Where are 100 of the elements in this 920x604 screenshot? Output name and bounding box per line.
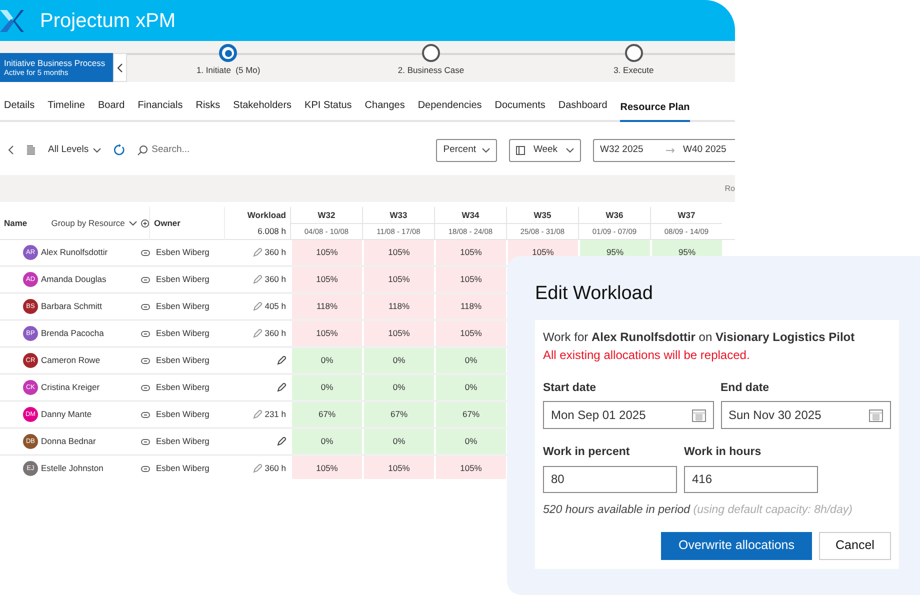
week-header: W35 — [532, 208, 552, 222]
process-name: Initiative Business Process — [4, 58, 106, 68]
group-by-dropdown[interactable]: Group by Resource — [51, 217, 137, 230]
allocation-cell[interactable]: 118% — [290, 294, 362, 319]
allocation-cell[interactable]: 105% — [290, 267, 362, 292]
stage-label[interactable]: 2. Business Case — [398, 64, 464, 77]
resource-name: Donna Bednar — [41, 435, 97, 448]
cancel-button[interactable]: Cancel — [819, 532, 891, 560]
hours-field[interactable]: 416 — [684, 466, 818, 492]
column-header: Name — [4, 217, 28, 230]
tab[interactable]: Board — [98, 98, 125, 120]
capacity-hint: (using default capacity: 8h/day) — [693, 504, 852, 516]
back-icon[interactable] — [8, 145, 14, 155]
search-field[interactable]: Search... — [152, 142, 212, 158]
chevron-down-icon — [128, 221, 137, 226]
allocation-cell[interactable]: 105% — [434, 321, 506, 346]
tab[interactable]: Dependencies — [418, 98, 482, 120]
search-icon — [136, 144, 148, 156]
owner-name: Esben Wiberg — [156, 381, 210, 394]
arrow-icon — [666, 148, 675, 152]
percent-field[interactable]: 80 — [543, 466, 677, 492]
pencil-icon[interactable] — [277, 356, 286, 365]
workload-hours: 405 h — [264, 300, 286, 313]
allocation-cell[interactable]: 0% — [290, 348, 362, 373]
allocation-cell[interactable]: 105% — [362, 267, 434, 292]
unit-dropdown[interactable]: Percent — [436, 138, 497, 162]
allocation-cell[interactable]: 105% — [434, 456, 506, 479]
allocation-cell[interactable]: 67% — [290, 402, 362, 427]
tab[interactable]: Financials — [138, 98, 183, 120]
stage-label[interactable]: 3. Execute — [614, 64, 654, 77]
allocation-cell[interactable]: 0% — [434, 429, 506, 454]
resource-name: Amanda Douglas — [41, 273, 108, 286]
week-header: W33 — [388, 208, 408, 222]
tab[interactable]: Details — [4, 98, 35, 120]
levels-dropdown[interactable]: All Levels — [48, 142, 101, 158]
owner-name: Esben Wiberg — [156, 408, 210, 421]
chevron-left-icon — [117, 62, 123, 72]
overwrite-button[interactable]: Overwrite allocations — [661, 532, 812, 560]
scale-dropdown[interactable]: Week — [509, 138, 581, 162]
app-title: Projectum xPM — [40, 8, 176, 34]
collapse-button[interactable] — [113, 53, 127, 82]
allocation-cell[interactable]: 105% — [290, 240, 362, 265]
calendar-icon — [692, 408, 706, 422]
allocation-cell[interactable]: 105% — [434, 267, 506, 292]
list-icon[interactable] — [26, 145, 36, 155]
week-header: W32 — [316, 208, 336, 222]
date-range-field[interactable]: W32 2025 W40 2025 — [593, 138, 735, 162]
allocation-cell[interactable]: 118% — [362, 294, 434, 319]
allocation-cell[interactable]: 105% — [362, 240, 434, 265]
stage-label[interactable]: 1. Initiate (5 Mo) — [196, 64, 260, 77]
tab[interactable]: Stakeholders — [233, 98, 292, 120]
chevron-down-icon — [92, 148, 101, 152]
owner-name: Esben Wiberg — [156, 327, 210, 340]
dialog-title: Edit Workload — [535, 284, 654, 303]
field-label: Work in hours — [684, 445, 762, 460]
allocation-cell[interactable]: 0% — [362, 348, 434, 373]
tab[interactable]: Risks — [196, 98, 220, 120]
owner-name: Esben Wiberg — [156, 246, 210, 259]
allocation-cell[interactable]: 105% — [290, 456, 362, 479]
field-label: Start date — [543, 381, 598, 396]
workload-hours: 360 h — [264, 246, 286, 259]
chevron-down-icon — [566, 148, 574, 152]
allocation-cell[interactable]: 67% — [362, 402, 434, 427]
chevron-down-icon — [482, 148, 490, 152]
tab[interactable]: Dashboard — [558, 98, 608, 120]
allocation-cell[interactable]: 0% — [434, 375, 506, 400]
allocation-cell[interactable]: 105% — [362, 321, 434, 346]
week-header: W37 — [676, 208, 696, 222]
tab[interactable]: Changes — [364, 98, 405, 120]
calendar-icon — [516, 146, 525, 154]
workload-total: 6.008 h — [258, 225, 286, 238]
pencil-icon[interactable] — [277, 437, 286, 446]
allocation-cell[interactable]: 118% — [434, 294, 506, 319]
allocation-cell[interactable]: 105% — [434, 240, 506, 265]
workload-hours: 360 h — [264, 462, 286, 475]
range-end: W40 2025 — [683, 142, 726, 157]
pencil-icon[interactable] — [277, 383, 286, 392]
column-header: Workload — [247, 209, 286, 222]
allocation-cell[interactable]: 0% — [290, 375, 362, 400]
owner-name: Esben Wiberg — [156, 273, 210, 286]
allocation-cell[interactable]: 105% — [290, 321, 362, 346]
add-icon[interactable] — [140, 219, 149, 228]
allocation-cell[interactable]: 105% — [362, 456, 434, 479]
tab[interactable]: Resource Plan — [620, 100, 690, 122]
allocation-cell[interactable]: 0% — [434, 348, 506, 373]
end-date-field[interactable]: Sun Nov 30 2025 — [720, 401, 891, 430]
tab[interactable]: KPI Status — [304, 98, 352, 120]
allocation-cell[interactable]: 0% — [362, 429, 434, 454]
resource-name: Cristina Kreiger — [41, 381, 101, 394]
tab[interactable]: Documents — [494, 98, 546, 120]
tab[interactable]: Timeline — [48, 98, 85, 120]
allocation-cell[interactable]: 0% — [290, 429, 362, 454]
week-header: W34 — [460, 208, 480, 222]
owner-name: Esben Wiberg — [156, 300, 210, 313]
refresh-icon[interactable] — [112, 144, 125, 156]
availability-note: 520 hours available in period — [543, 504, 690, 516]
allocation-cell[interactable]: 0% — [362, 375, 434, 400]
allocation-cell[interactable]: 67% — [434, 402, 506, 427]
start-date-field[interactable]: Mon Sep 01 2025 — [543, 401, 714, 430]
workload-hours: 360 h — [264, 327, 286, 340]
